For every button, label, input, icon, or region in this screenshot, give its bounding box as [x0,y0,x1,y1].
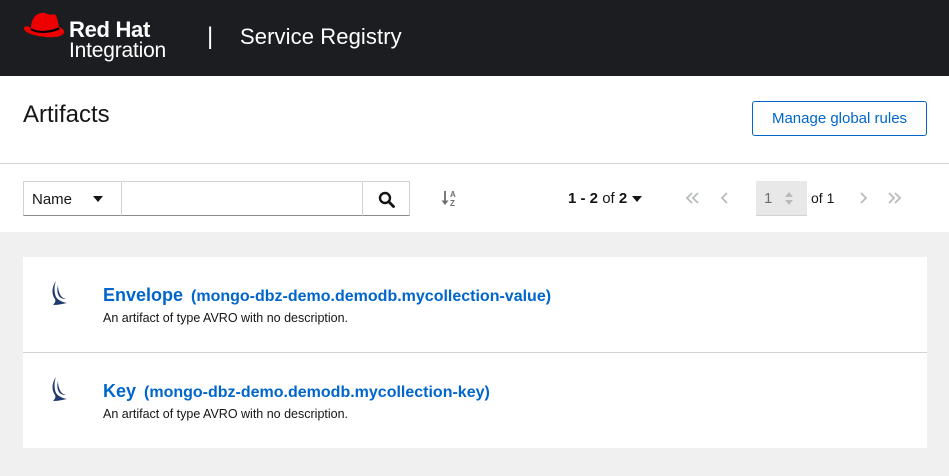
red-hat-fedora-icon [23,12,65,38]
spin-up-icon[interactable] [785,192,793,197]
artifact-list-item[interactable]: Key (mongo-dbz-demo.demodb.mycollection-k… [23,353,927,448]
artifact-name: Key [103,381,137,401]
pagination-of: of [602,190,615,207]
artifact-list: Envelope (mongo-dbz-demo.demodb.mycollect… [23,257,927,448]
app-title: Service Registry [240,24,402,49]
pagination-toggle[interactable]: 1 - 2 of 2 [568,190,627,207]
search-input[interactable] [121,181,363,216]
avro-icon [52,377,67,401]
page-header: Artifacts Manage global rules [0,76,949,164]
page-count: of 1 [811,190,835,206]
sort-alpha-icon[interactable]: A Z [441,189,459,207]
artifact-description: An artifact of type AVRO with no descrip… [103,311,349,325]
svg-text:A: A [450,190,456,199]
filter-by-select[interactable]: Name [23,181,122,216]
current-page-input[interactable]: 1 [756,181,807,216]
artifact-description: An artifact of type AVRO with no descrip… [103,407,349,421]
artifact-id: (mongo-dbz-demo.demodb.mycollection-valu… [191,288,552,305]
artifact-name-link[interactable]: Envelope (mongo-dbz-demo.demodb.mycollect… [103,285,551,306]
page-title: Artifacts [23,101,110,128]
artifact-id: (mongo-dbz-demo.demodb.mycollection-key) [144,384,490,401]
artifact-name-link[interactable]: Key (mongo-dbz-demo.demodb.mycollection-k… [103,381,490,402]
search-icon [378,191,395,208]
pagination-range: 1 - 2 [568,190,599,207]
previous-page-icon[interactable] [717,190,733,206]
first-page-icon[interactable] [684,190,700,206]
artifact-name: Envelope [103,285,184,305]
red-hat-integration-logo[interactable]: Red Hat Integration [22,9,187,65]
last-page-icon[interactable] [887,190,903,206]
manage-global-rules-button[interactable]: Manage global rules [752,101,927,136]
brand-product: Integration [69,39,167,62]
pagination-total: 2 [618,190,628,207]
search-button[interactable] [362,181,410,216]
pagination-caret-down-icon[interactable] [632,196,642,202]
filter-by-value: Name [32,191,73,208]
current-page-value: 1 [764,190,773,207]
svg-text:Z: Z [450,199,455,207]
artifact-list-item[interactable]: Envelope (mongo-dbz-demo.demodb.mycollect… [23,257,927,353]
header-divider: | [207,23,214,50]
caret-down-icon [93,196,103,202]
next-page-icon[interactable] [855,190,871,206]
masthead: Red Hat Integration | Service Registry [0,0,949,76]
avro-icon [52,281,67,305]
spin-down-icon[interactable] [785,200,793,205]
